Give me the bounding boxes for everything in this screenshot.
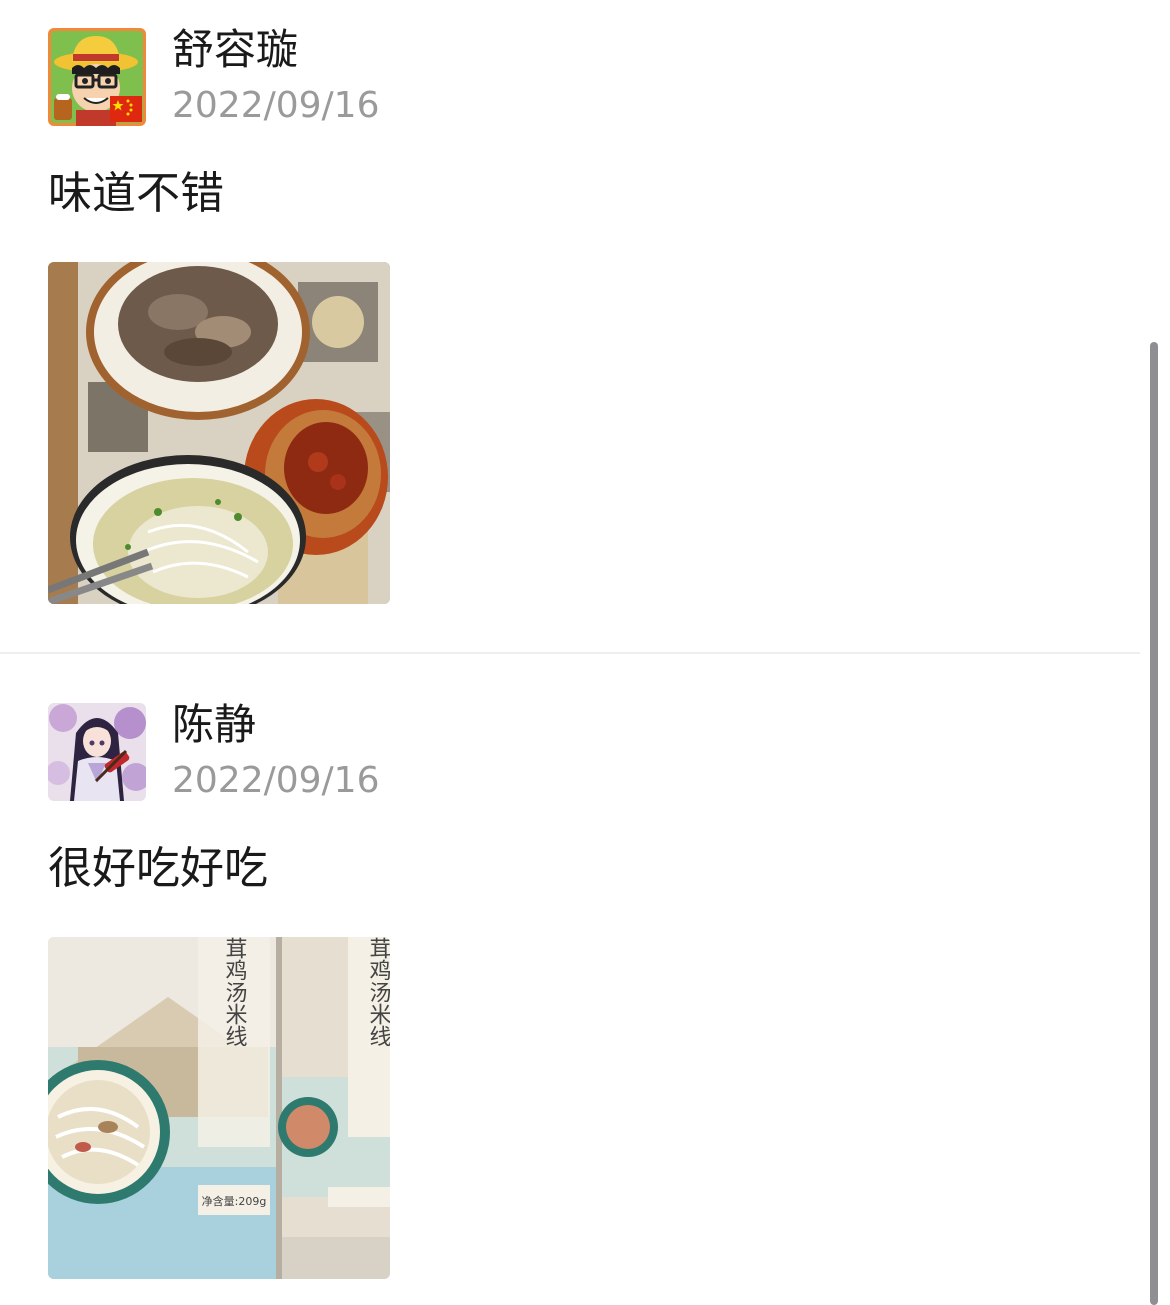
review-photo[interactable]: 云南松茸鸡汤米线 净含量:209g 云南松茸鸡汤米线 [48, 937, 390, 1279]
user-avatar[interactable] [48, 28, 146, 126]
cartoon-straw-hat-avatar-icon [48, 28, 146, 126]
review-text: 味道不错 [48, 168, 224, 219]
user-name: 舒容璇 [172, 25, 299, 74]
review-date: 2022/09/16 [172, 760, 380, 801]
review-text: 很好吃好吃 [48, 843, 268, 894]
anime-girl-avatar-icon [48, 703, 146, 801]
review-divider [0, 652, 1140, 654]
package-title-text: 云南松茸鸡汤米线 [222, 937, 248, 1047]
scrollbar-thumb[interactable] [1150, 342, 1158, 1305]
rice-noodle-package-photo: 云南松茸鸡汤米线 净含量:209g 云南松茸鸡汤米线 [48, 937, 390, 1279]
net-weight-text: 净含量:209g [202, 1194, 267, 1208]
noodle-soup-meat-chili-photo [48, 262, 390, 604]
scrollbar[interactable] [1150, 0, 1158, 1305]
reviews-page: 舒容璇 2022/09/16 味道不错 陈静 2022/09/16 很好吃好吃 … [0, 0, 1170, 1305]
user-avatar[interactable] [48, 703, 146, 801]
package-title-text: 云南松茸鸡汤米线 [366, 937, 391, 1047]
user-name: 陈静 [172, 700, 257, 749]
review-photo[interactable] [48, 262, 390, 604]
review-date: 2022/09/16 [172, 85, 380, 126]
